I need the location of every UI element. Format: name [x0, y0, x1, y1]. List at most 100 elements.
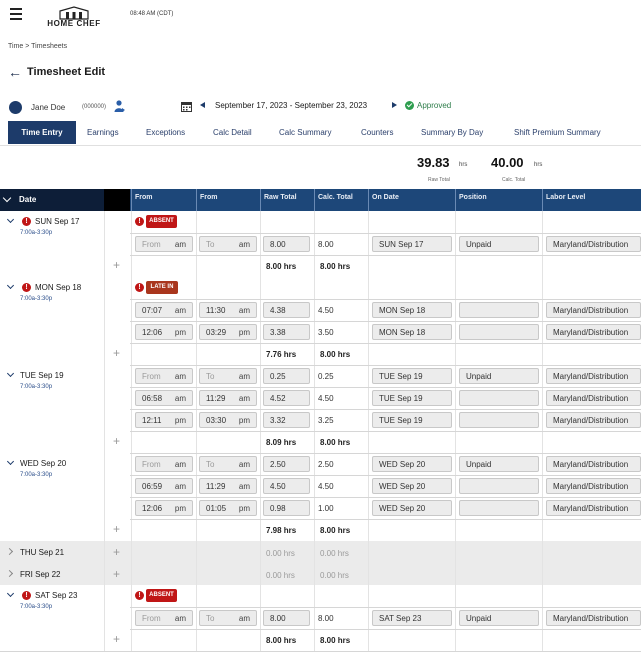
day-schedule[interactable]: 7:00a-3:30p — [20, 230, 52, 236]
tab-calc-summary[interactable]: Calc Summary — [279, 121, 331, 144]
raw-hours-field[interactable]: 8.00 — [263, 236, 310, 252]
time-out-field[interactable]: 03:30 pm — [199, 412, 257, 428]
on-date-field[interactable]: TUE Sep 19 — [372, 412, 452, 428]
time-in-field[interactable]: From am — [135, 236, 193, 252]
time-out-field[interactable]: To am — [199, 456, 257, 472]
time-out-field[interactable]: To am — [199, 368, 257, 384]
add-entry-plus-icon[interactable]: + — [113, 546, 120, 558]
add-entry-plus-icon[interactable]: + — [113, 347, 120, 359]
raw-hours-field[interactable]: 2.50 — [263, 456, 310, 472]
labor-level-field[interactable]: Maryland/Distribution — [546, 324, 641, 340]
labor-level-field[interactable]: Maryland/Distribution — [546, 610, 641, 626]
time-in-field[interactable]: From am — [135, 456, 193, 472]
labor-level-field[interactable]: Maryland/Distribution — [546, 478, 641, 494]
position-field[interactable]: Unpaid — [459, 368, 539, 384]
labor-level-field[interactable]: Maryland/Distribution — [546, 368, 641, 384]
on-date-field[interactable]: WED Sep 20 — [372, 500, 452, 516]
tab-counters[interactable]: Counters — [361, 121, 393, 144]
raw-hours-field[interactable]: 3.38 — [263, 324, 310, 340]
position-field[interactable] — [459, 324, 539, 340]
add-entry-plus-icon[interactable]: + — [113, 523, 120, 535]
day-schedule[interactable]: 7:00a-3:30p — [20, 472, 52, 478]
next-period-icon[interactable] — [392, 102, 397, 108]
labor-level-field[interactable]: Maryland/Distribution — [546, 390, 641, 406]
add-entry-plus-icon[interactable]: + — [113, 568, 120, 580]
collapse-all-chevron-icon[interactable] — [2, 193, 12, 203]
position-field[interactable] — [459, 390, 539, 406]
labor-level-field[interactable]: Maryland/Distribution — [546, 236, 641, 252]
position-field[interactable]: Unpaid — [459, 456, 539, 472]
time-in-field[interactable]: 12:06 pm — [135, 500, 193, 516]
on-date-field[interactable]: TUE Sep 19 — [372, 390, 452, 406]
labor-level-field[interactable]: Maryland/Distribution — [546, 456, 641, 472]
breadcrumb[interactable]: Time > Timesheets — [8, 43, 67, 50]
back-arrow-icon[interactable]: ← — [8, 64, 22, 80]
collapse-day-chevron-icon[interactable] — [6, 369, 15, 378]
on-date-field[interactable]: MON Sep 18 — [372, 302, 452, 318]
raw-hours-field[interactable]: 3.32 — [263, 412, 310, 428]
time-out-field[interactable]: 11:30 am — [199, 302, 257, 318]
raw-hours-field[interactable]: 4.38 — [263, 302, 310, 318]
time-out-field[interactable]: To am — [199, 236, 257, 252]
day-schedule[interactable]: 7:00a-3:30p — [20, 384, 52, 390]
on-date-field[interactable]: MON Sep 18 — [372, 324, 452, 340]
day-label[interactable]: SUN Sep 17 — [35, 217, 79, 226]
expand-day-chevron-icon[interactable] — [5, 569, 14, 578]
position-field[interactable]: Unpaid — [459, 236, 539, 252]
tab-calc-detail[interactable]: Calc Detail — [213, 121, 252, 144]
date-column-header[interactable]: Date — [0, 189, 104, 211]
position-field[interactable] — [459, 500, 539, 516]
on-date-field[interactable]: SAT Sep 23 — [372, 610, 452, 626]
menu-icon[interactable] — [10, 8, 22, 23]
tab-earnings[interactable]: Earnings — [87, 121, 119, 144]
collapse-day-chevron-icon[interactable] — [6, 589, 15, 598]
day-label[interactable]: SAT Sep 23 — [35, 591, 77, 600]
previous-period-icon[interactable] — [200, 102, 205, 108]
calendar-icon[interactable] — [181, 99, 192, 112]
position-field[interactable] — [459, 412, 539, 428]
tab-shift-premium-summary[interactable]: Shift Premium Summary — [514, 121, 601, 144]
day-label[interactable]: TUE Sep 19 — [20, 371, 64, 380]
day-label[interactable]: FRI Sep 22 — [20, 570, 60, 579]
time-in-field[interactable]: 06:58 am — [135, 390, 193, 406]
raw-hours-field[interactable]: 4.50 — [263, 478, 310, 494]
time-out-field[interactable]: 11:29 am — [199, 390, 257, 406]
tab-exceptions[interactable]: Exceptions — [146, 121, 185, 144]
time-in-field[interactable]: 12:11 pm — [135, 412, 193, 428]
day-label[interactable]: WED Sep 20 — [20, 459, 66, 468]
add-entry-plus-icon[interactable]: + — [113, 259, 120, 271]
labor-level-field[interactable]: Maryland/Distribution — [546, 500, 641, 516]
raw-hours-field[interactable]: 0.25 — [263, 368, 310, 384]
on-date-field[interactable]: WED Sep 20 — [372, 456, 452, 472]
tab-time-entry[interactable]: Time Entry — [8, 121, 76, 144]
collapse-day-chevron-icon[interactable] — [6, 281, 15, 290]
raw-hours-field[interactable]: 8.00 — [263, 610, 310, 626]
time-in-field[interactable]: From am — [135, 368, 193, 384]
time-in-field[interactable]: 06:59 am — [135, 478, 193, 494]
collapse-day-chevron-icon[interactable] — [6, 215, 15, 224]
add-entry-plus-icon[interactable]: + — [113, 633, 120, 645]
expand-day-chevron-icon[interactable] — [5, 547, 14, 556]
position-field[interactable] — [459, 478, 539, 494]
raw-hours-field[interactable]: 4.52 — [263, 390, 310, 406]
position-field[interactable] — [459, 302, 539, 318]
person-swap-icon[interactable] — [114, 100, 126, 113]
time-in-field[interactable]: From am — [135, 610, 193, 626]
raw-hours-field[interactable]: 0.98 — [263, 500, 310, 516]
day-label[interactable]: MON Sep 18 — [35, 283, 81, 292]
on-date-field[interactable]: WED Sep 20 — [372, 478, 452, 494]
day-schedule[interactable]: 7:00a-3:30p — [20, 604, 52, 610]
labor-level-field[interactable]: Maryland/Distribution — [546, 302, 641, 318]
day-label[interactable]: THU Sep 21 — [20, 548, 64, 557]
time-in-field[interactable]: 07:07 am — [135, 302, 193, 318]
time-out-field[interactable]: 01:05 pm — [199, 500, 257, 516]
time-out-field[interactable]: 11:29 am — [199, 478, 257, 494]
on-date-field[interactable]: SUN Sep 17 — [372, 236, 452, 252]
add-entry-plus-icon[interactable]: + — [113, 435, 120, 447]
labor-level-field[interactable]: Maryland/Distribution — [546, 412, 641, 428]
day-schedule[interactable]: 7:00a-3:30p — [20, 296, 52, 302]
time-in-field[interactable]: 12:06 pm — [135, 324, 193, 340]
time-out-field[interactable]: To am — [199, 610, 257, 626]
collapse-day-chevron-icon[interactable] — [6, 457, 15, 466]
time-out-field[interactable]: 03:29 pm — [199, 324, 257, 340]
